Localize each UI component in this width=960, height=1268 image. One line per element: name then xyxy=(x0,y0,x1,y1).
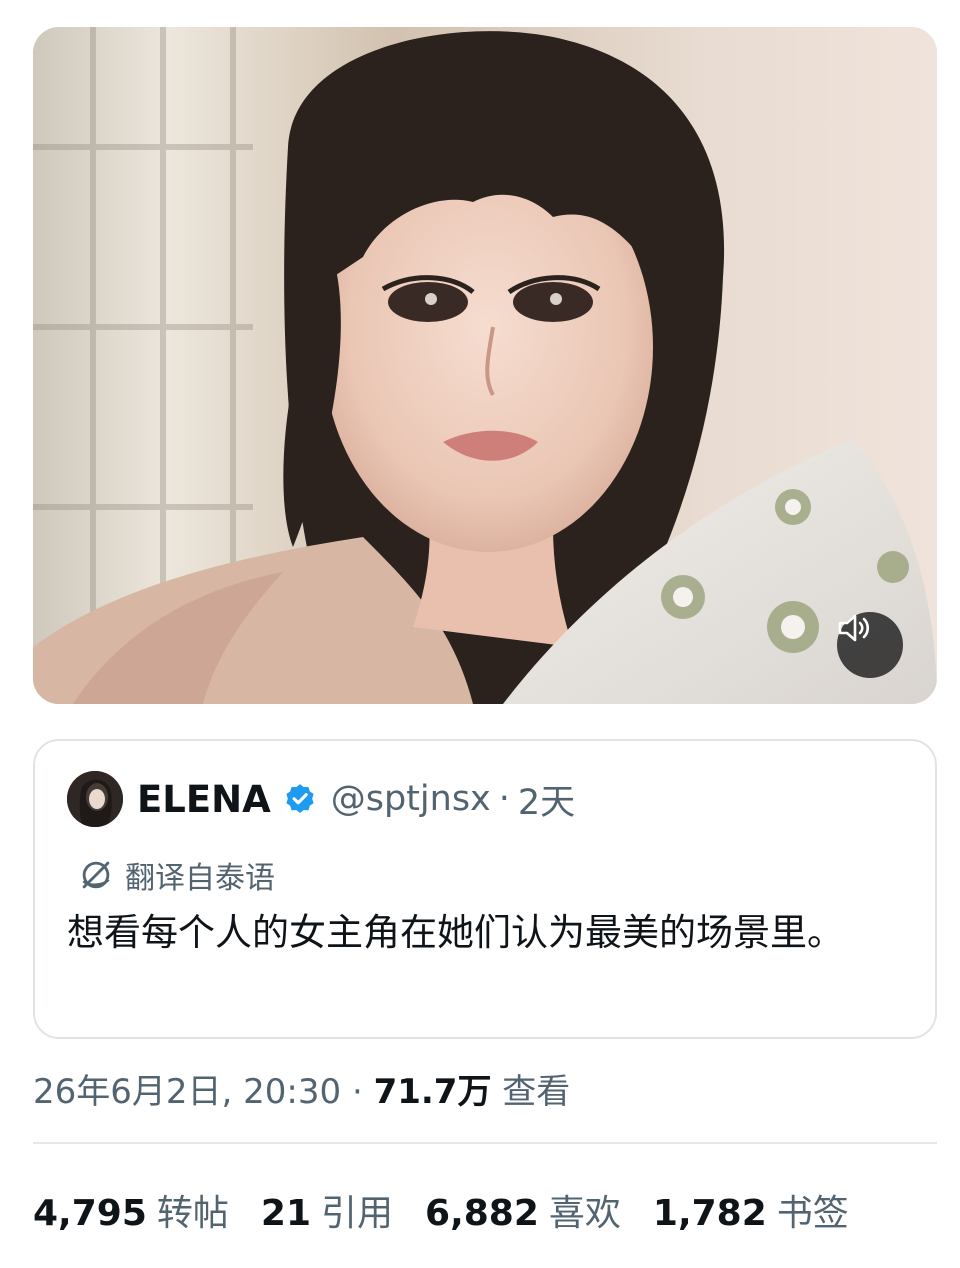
engagement-stats: 4,795 转帖 21 引用 6,882 喜欢 1,782 书签 xyxy=(33,1184,881,1236)
stat-label: 喜欢 xyxy=(548,1193,621,1234)
divider xyxy=(33,1142,937,1144)
stat-value: 21 xyxy=(260,1193,311,1234)
sound-toggle-button[interactable] xyxy=(837,612,903,678)
quoted-post-text: 想看每个人的女主角在她们认为最美的场景里。 xyxy=(67,911,844,954)
repost-count[interactable]: 4,795 转帖 xyxy=(33,1184,229,1236)
post-meta: 26年6月2日, 20:30 · 71.7万 查看 xyxy=(33,1064,570,1113)
stat-value: 1,782 xyxy=(652,1193,767,1234)
speaker-icon xyxy=(838,614,870,642)
verified-badge-icon xyxy=(286,784,314,814)
video-frame-illustration xyxy=(33,27,937,704)
quote-count[interactable]: 21 引用 xyxy=(261,1184,393,1236)
globe-icon xyxy=(82,861,110,889)
separator-dot: · xyxy=(351,1072,363,1112)
quoted-post[interactable]: ELENA @sptjnsx · 2天 翻译自泰语 想看每个人的女主角在她们认为… xyxy=(33,739,937,1039)
translated-text: 翻译自泰语 xyxy=(125,861,275,896)
stat-label: 引用 xyxy=(321,1193,394,1234)
view-label: 查看 xyxy=(502,1072,571,1112)
stat-label: 书签 xyxy=(776,1193,849,1234)
avatar[interactable] xyxy=(67,771,123,827)
stat-label: 转帖 xyxy=(156,1193,229,1234)
stat-value: 4,795 xyxy=(33,1193,147,1234)
view-count: 71.7万 xyxy=(373,1072,492,1112)
video-media[interactable] xyxy=(33,27,937,704)
separator-dot: · xyxy=(498,779,510,819)
avatar-image xyxy=(67,771,123,827)
quoted-post-header: ELENA @sptjnsx · 2天 xyxy=(67,771,575,827)
stat-value: 6,882 xyxy=(425,1193,539,1234)
author-handle[interactable]: @sptjnsx xyxy=(331,779,491,819)
translated-from-label[interactable]: 翻译自泰语 xyxy=(77,853,275,897)
post-datetime[interactable]: 26年6月2日, 20:30 xyxy=(33,1072,341,1112)
like-count[interactable]: 6,882 喜欢 xyxy=(425,1184,621,1236)
post-age[interactable]: 2天 xyxy=(518,774,575,825)
author-name[interactable]: ELENA xyxy=(137,778,271,821)
bookmark-count[interactable]: 1,782 书签 xyxy=(653,1184,849,1236)
